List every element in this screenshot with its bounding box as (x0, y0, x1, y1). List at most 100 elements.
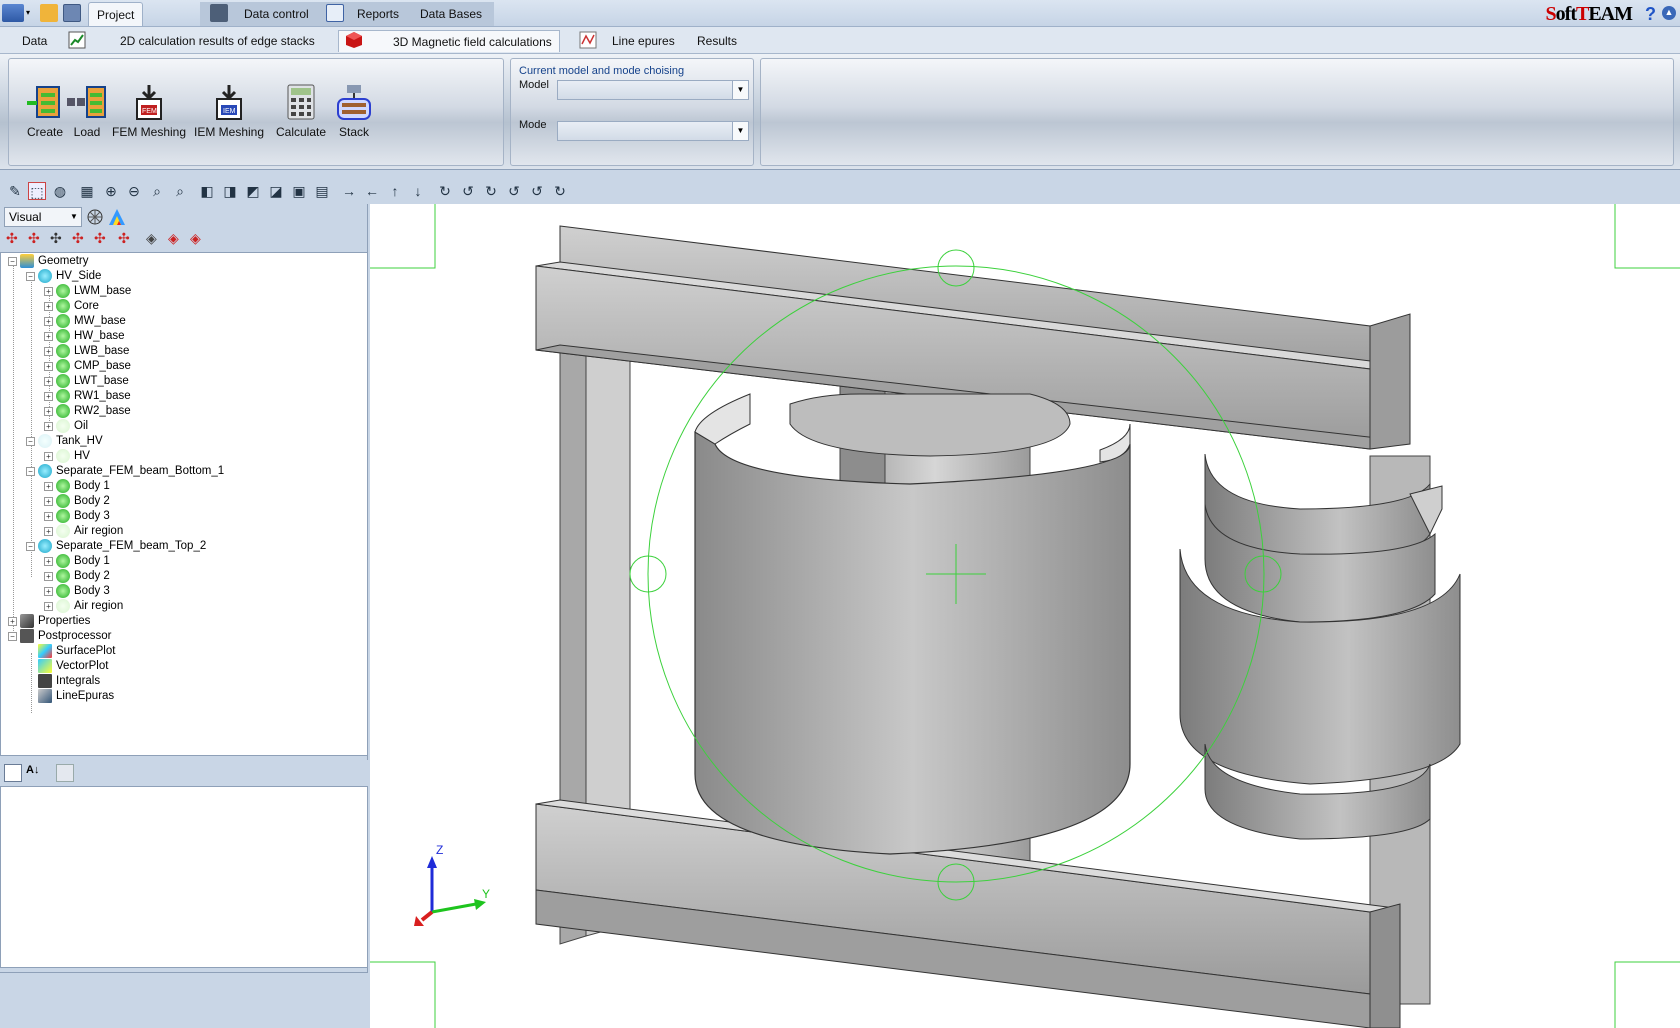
expand-icon[interactable]: + (44, 557, 53, 566)
open-folder-icon[interactable] (40, 4, 58, 22)
tab-line-epures[interactable]: Line epures (606, 30, 681, 52)
collapse-icon[interactable]: − (26, 437, 35, 446)
stack-button[interactable]: Stack (329, 83, 379, 139)
expand-icon[interactable]: + (44, 527, 53, 536)
color-map-icon[interactable] (108, 208, 126, 226)
tab-3d-magnetic-field[interactable]: 3D Magnetic field calculations (338, 30, 560, 52)
expand-icon[interactable]: + (44, 587, 53, 596)
model-select[interactable]: ▼ (557, 80, 749, 100)
chevron-down-icon[interactable]: ▼ (732, 122, 748, 140)
expand-icon[interactable]: + (8, 617, 17, 626)
app-menu-dropdown-icon[interactable]: ▾ (26, 8, 30, 17)
expand-icon[interactable]: + (44, 392, 53, 401)
pan-right-icon[interactable]: → (340, 182, 358, 200)
tab-reports[interactable]: Reports (349, 2, 407, 26)
mode-select[interactable]: ▼ (557, 121, 749, 141)
expand-icon[interactable]: + (44, 497, 53, 506)
load-button[interactable]: Load (65, 83, 109, 139)
tab-project[interactable]: Project (88, 2, 144, 26)
rotate-y-plus-icon[interactable]: ↻ (482, 182, 500, 200)
collapse-icon[interactable]: − (26, 272, 35, 281)
collapse-ribbon-icon[interactable]: ▲ (1662, 6, 1676, 20)
view-back-icon[interactable]: ▣ (290, 182, 308, 200)
expand-icon[interactable]: + (44, 452, 53, 461)
expand-icon[interactable]: + (44, 317, 53, 326)
view-top-icon[interactable]: ◨ (221, 182, 239, 200)
show-body-icon[interactable]: ◈ (146, 230, 164, 248)
rotate-x-minus-icon[interactable]: ↺ (459, 182, 477, 200)
iem-meshing-button[interactable]: IEM IEM Meshing (191, 83, 267, 139)
expand-icon[interactable]: + (44, 572, 53, 581)
pan-up-icon[interactable]: ↑ (386, 182, 404, 200)
vector-plot-icon (38, 659, 52, 673)
rect-select-icon[interactable]: ⬚ (28, 182, 46, 200)
filter-tool-5-icon[interactable]: ✣ (94, 230, 112, 248)
view-side-icon[interactable]: ◩ (244, 182, 262, 200)
expand-icon[interactable]: + (44, 422, 53, 431)
body-icon (56, 569, 70, 583)
mesh-display-icon[interactable] (86, 208, 104, 226)
tab-results[interactable]: Results (691, 30, 743, 52)
zoom-in-icon[interactable]: ⊕ (102, 182, 120, 200)
tab-data-control[interactable]: Data control (236, 2, 317, 26)
expand-icon[interactable]: + (44, 302, 53, 311)
collapse-icon[interactable]: − (26, 467, 35, 476)
expand-icon[interactable]: + (44, 377, 53, 386)
tab-data-bases[interactable]: Data Bases (412, 2, 490, 26)
select-tool-icon[interactable]: ✎ (6, 182, 24, 200)
model-mode-group: Current model and mode choising Model ▼ … (510, 58, 754, 166)
properties-grid[interactable] (0, 786, 368, 968)
fem-meshing-button[interactable]: FEM FEM Meshing (111, 83, 187, 139)
filter-tool-1-icon[interactable]: ✣ (6, 230, 24, 248)
collapse-icon[interactable]: − (8, 257, 17, 266)
group-icon (38, 539, 52, 553)
filter-tool-6-icon[interactable]: ✣ (118, 230, 136, 248)
model-tree[interactable]: − Geometry − HV_Side + LWM_base + Core + MW… (0, 252, 368, 756)
section-tool-icon[interactable]: ◍ (51, 182, 69, 200)
filter-tool-2-icon[interactable]: ✣ (28, 230, 46, 248)
app-menu-icon[interactable] (2, 4, 24, 22)
zoom-out-icon[interactable]: ⊖ (125, 182, 143, 200)
rotate-z-plus-icon[interactable]: ↻ (551, 182, 569, 200)
expand-icon[interactable]: + (44, 362, 53, 371)
top-menu-bar: ▾ Project Data control Reports Data Base… (0, 0, 1680, 27)
expand-icon[interactable]: + (44, 512, 53, 521)
tab-data[interactable]: Data (16, 30, 53, 52)
sort-alpha-icon[interactable]: A↓ (26, 764, 44, 782)
chevron-down-icon[interactable]: ▼ (732, 81, 748, 99)
left-panel: Visual ▼ ✣ ✣ ✣ ✣ ✣ ✣ ◈ ◈ ◈ − Geometry − … (0, 204, 368, 1028)
filter-tool-4-icon[interactable]: ✣ (72, 230, 90, 248)
rotate-y-minus-icon[interactable]: ↺ (505, 182, 523, 200)
expand-icon[interactable]: + (44, 407, 53, 416)
rotate-z-minus-icon[interactable]: ↺ (528, 182, 546, 200)
expand-icon[interactable]: + (44, 602, 53, 611)
expand-icon[interactable]: + (44, 287, 53, 296)
expand-icon[interactable]: + (44, 347, 53, 356)
hide-body-icon[interactable]: ◈ (168, 230, 186, 248)
collapse-icon[interactable]: − (26, 542, 35, 551)
pan-down-icon[interactable]: ↓ (409, 182, 427, 200)
filter-tool-3-icon[interactable]: ✣ (50, 230, 68, 248)
delete-body-icon[interactable]: ◈ (190, 230, 208, 248)
rotate-x-plus-icon[interactable]: ↻ (436, 182, 454, 200)
grid-icon[interactable]: ▦ (78, 182, 96, 200)
zoom-window-icon[interactable]: ⌕ (148, 182, 166, 200)
zoom-fit-icon[interactable]: ⌕ (171, 182, 189, 200)
view-bottom-icon[interactable]: ▤ (313, 182, 331, 200)
calculate-button[interactable]: Calculate (271, 83, 331, 139)
view-mode-select[interactable]: Visual ▼ (4, 207, 82, 227)
view-front-icon[interactable]: ◧ (198, 182, 216, 200)
expand-icon[interactable]: + (44, 482, 53, 491)
chevron-down-icon[interactable]: ▼ (67, 208, 81, 226)
pan-left-icon[interactable]: ← (363, 182, 381, 200)
expand-icon[interactable]: + (44, 332, 53, 341)
save-icon[interactable] (63, 4, 81, 22)
view-iso-icon[interactable]: ◪ (267, 182, 285, 200)
body-icon (56, 479, 70, 493)
categorized-view-icon[interactable] (4, 764, 22, 782)
tab-2d-calculation-results[interactable]: 2D calculation results of edge stacks (114, 30, 321, 52)
3d-viewport[interactable]: Z Y (370, 204, 1680, 1028)
collapse-icon[interactable]: − (8, 632, 17, 641)
help-icon[interactable]: ? (1645, 4, 1656, 25)
property-pages-icon[interactable] (56, 764, 74, 782)
